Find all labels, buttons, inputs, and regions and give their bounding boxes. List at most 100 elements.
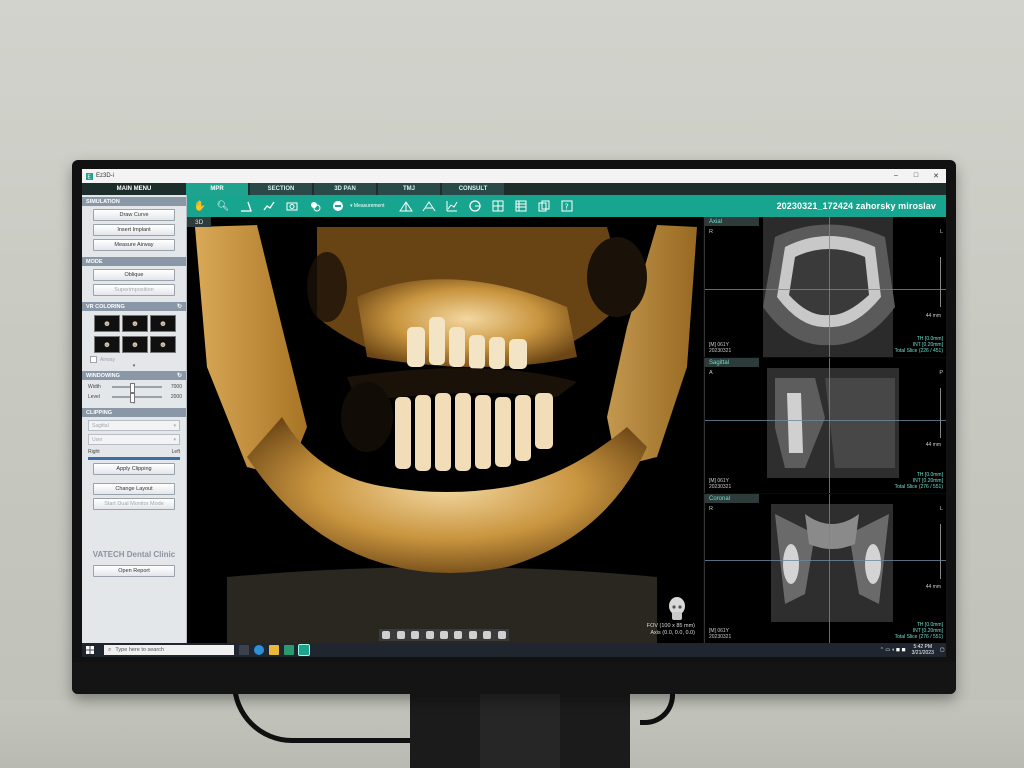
measure-icon[interactable] xyxy=(329,198,347,214)
mpr-axial-view[interactable]: Axial R L 44 mm [M] 061Y 20230321 TH [0.… xyxy=(704,217,946,357)
view-preset-icon[interactable] xyxy=(382,631,391,639)
coronal-crosshair-h[interactable] xyxy=(705,560,946,561)
vr-preset-thumbnail[interactable]: ☻ xyxy=(94,315,120,332)
refresh-icon[interactable]: ↻ xyxy=(177,303,182,310)
tab-consult[interactable]: CONSULT xyxy=(442,183,504,195)
sagittal-crosshair-v[interactable] xyxy=(829,358,830,493)
notifications-icon[interactable]: ▢ xyxy=(940,647,945,653)
angle-icon[interactable] xyxy=(237,198,255,214)
width-slider-knob[interactable] xyxy=(129,383,135,393)
axial-info-left: [M] 061Y 20230321 xyxy=(709,342,731,354)
expand-arrow-icon[interactable]: ▾ xyxy=(82,363,186,369)
clipping-slider[interactable] xyxy=(88,457,180,460)
width-slider-track[interactable] xyxy=(112,383,162,393)
clipping-orientation-select[interactable]: Sagittal ▾ xyxy=(88,420,180,431)
polyline-icon[interactable] xyxy=(260,198,278,214)
tray-chevron-icon[interactable]: ⌃ xyxy=(880,647,884,653)
sagittal-tag: Sagittal xyxy=(705,358,759,367)
table-icon[interactable] xyxy=(512,198,530,214)
vr-preset-grid: ☻ ☻ ☻ ☻ ☻ ☻ xyxy=(94,315,186,353)
search-icon: ⌕ xyxy=(108,646,112,653)
ez3d-taskbar-icon[interactable] xyxy=(298,644,310,656)
mpr-sagittal-view[interactable]: Sagittal A P 44 mm [M] 061Y 20230321 TH … xyxy=(704,358,946,493)
measure-airway-button[interactable]: Measure Airway xyxy=(93,239,175,251)
insert-implant-button[interactable]: Insert Implant xyxy=(93,224,175,236)
level-slider-track[interactable] xyxy=(112,393,162,403)
close-button[interactable]: ✕ xyxy=(926,172,946,180)
airway-icon[interactable] xyxy=(397,198,415,214)
clipping-header[interactable]: CLIPPING xyxy=(82,408,186,417)
volume-icon[interactable]: ◖ xyxy=(892,647,895,653)
chevron-down-icon: ▾ xyxy=(173,422,176,429)
camera-icon[interactable] xyxy=(283,198,301,214)
axial-total-slice: Total Slice (226 / 451) xyxy=(894,348,943,354)
magnify-icon[interactable]: 🔍︎ xyxy=(214,198,232,214)
taskbar-clock[interactable]: 5:42 PM 3/21/2023 xyxy=(912,644,934,656)
view-preset-icon[interactable] xyxy=(396,631,405,639)
vr-preset-thumbnail[interactable]: ☻ xyxy=(150,336,176,353)
copy-icon[interactable] xyxy=(535,198,553,214)
open-report-button[interactable]: Open Report xyxy=(93,565,175,577)
circle-icon[interactable] xyxy=(466,198,484,214)
app-taskbar-icon[interactable] xyxy=(284,645,294,655)
mode-header[interactable]: MODE xyxy=(82,257,186,266)
task-view-icon[interactable] xyxy=(239,645,249,655)
view-preset-icon[interactable] xyxy=(497,631,506,639)
change-layout-button[interactable]: Change Layout xyxy=(93,483,175,495)
help-icon[interactable]: ? xyxy=(558,198,576,214)
view-preset-icon[interactable] xyxy=(425,631,434,639)
draw-curve-button[interactable]: Draw Curve xyxy=(93,209,175,221)
axial-crosshair-v[interactable] xyxy=(829,217,830,357)
edge-icon[interactable] xyxy=(254,645,264,655)
tab-tmj[interactable]: TMJ xyxy=(378,183,440,195)
monitor: E Ez3D-i – □ ✕ MAIN MENU MPR SECTION 3D … xyxy=(72,160,956,694)
view-preset-icon[interactable] xyxy=(483,631,492,639)
grid-icon[interactable] xyxy=(489,198,507,214)
view-preset-icon[interactable] xyxy=(468,631,477,639)
simulation-header[interactable]: SIMULATION xyxy=(82,197,186,206)
chart-icon[interactable] xyxy=(443,198,461,214)
view-preset-icon[interactable] xyxy=(439,631,448,639)
vr-preset-thumbnail[interactable]: ☻ xyxy=(150,315,176,332)
reset-icon[interactable]: ↻ xyxy=(177,372,182,379)
3d-viewport[interactable]: 3D FOV (100 x 85 mm) Axis (0.0, 0.0, 0.0… xyxy=(187,217,703,643)
windows-start-icon[interactable] xyxy=(82,643,98,657)
clipping-user-select[interactable]: User ▾ xyxy=(88,434,180,445)
orientation-skull-icon[interactable] xyxy=(667,597,687,621)
file-explorer-icon[interactable] xyxy=(269,645,279,655)
mpr-coronal-view[interactable]: Coronal R L 44 mm [M] 061Y 20230321 TH [… xyxy=(704,494,946,643)
airway-checkbox[interactable]: Airway xyxy=(90,356,186,363)
apply-clipping-button[interactable]: Apply Clipping xyxy=(93,463,175,475)
tray-app-icon[interactable]: ◼ xyxy=(901,647,905,653)
oblique-button[interactable]: Oblique xyxy=(93,269,175,281)
taskbar-search-input[interactable]: ⌕ Type here to search xyxy=(104,645,234,655)
coronal-crosshair-v[interactable] xyxy=(829,494,830,643)
layers-icon[interactable] xyxy=(306,198,324,214)
vr-preset-thumbnail[interactable]: ☻ xyxy=(122,336,148,353)
main-menu-header[interactable]: MAIN MENU xyxy=(82,183,186,195)
tab-3d-pan[interactable]: 3D PAN xyxy=(314,183,376,195)
minimize-button[interactable]: – xyxy=(886,172,906,180)
maximize-button[interactable]: □ xyxy=(906,172,926,180)
vr-coloring-header[interactable]: VR COLORING ↻ xyxy=(82,302,186,311)
vr-preset-thumbnail[interactable]: ☻ xyxy=(122,315,148,332)
measurement-dropdown[interactable]: ▾ Measurement xyxy=(350,203,384,209)
view-preset-icon[interactable] xyxy=(454,631,463,639)
sagittal-crosshair-h[interactable] xyxy=(705,420,946,421)
left-panel: SIMULATION Draw Curve Insert Implant Mea… xyxy=(82,195,187,643)
airway2-icon[interactable] xyxy=(420,198,438,214)
tab-mpr[interactable]: MPR xyxy=(186,183,248,195)
start-dual-monitor-button[interactable]: Start Dual Monitor Mode xyxy=(93,498,175,510)
windowing-header[interactable]: WINDOWING ↻ xyxy=(82,371,186,380)
view-preset-icon[interactable] xyxy=(411,631,420,639)
level-slider-knob[interactable] xyxy=(129,393,135,403)
monitor-stand xyxy=(410,684,630,768)
hand-icon[interactable]: ✋ xyxy=(191,198,209,214)
vr-preset-thumbnail[interactable]: ☻ xyxy=(94,336,120,353)
tab-section[interactable]: SECTION xyxy=(250,183,312,195)
network-icon[interactable]: ▭ xyxy=(885,647,890,653)
superimposition-button[interactable]: Superimposition xyxy=(93,284,175,296)
tray-app-icon[interactable]: ◼ xyxy=(896,647,900,653)
level-value: 2000 xyxy=(170,394,182,400)
axial-crosshair-h[interactable] xyxy=(705,289,946,290)
